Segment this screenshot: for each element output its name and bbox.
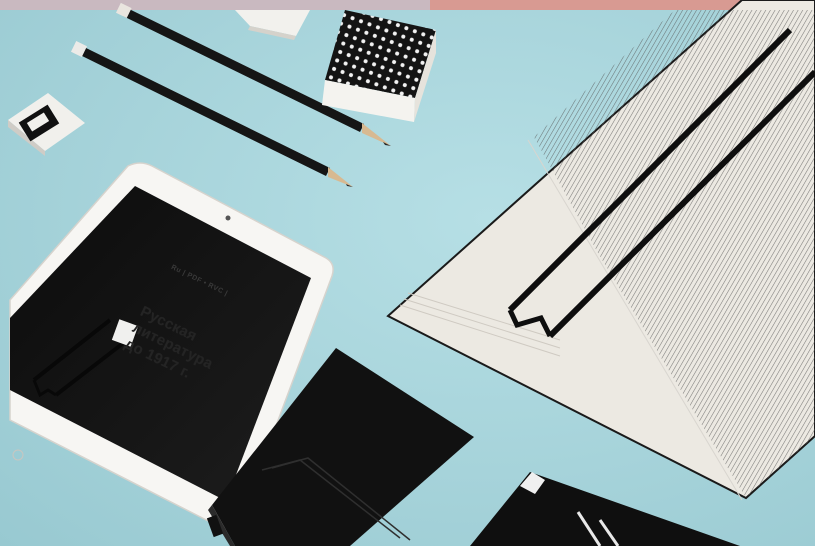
scene-drawing	[0, 0, 815, 546]
tablet-home-button[interactable]	[12, 449, 24, 461]
black-card-bottom	[470, 472, 740, 546]
eraser	[8, 93, 85, 156]
tablet-camera-icon	[225, 215, 231, 221]
business-card-stack-top	[235, 10, 310, 40]
stationery-mockup-scene: Ru | PDF • RVC | Русская литература до 1…	[0, 0, 815, 546]
pencil-2	[70, 40, 353, 187]
business-card-stack-pattern	[322, 10, 436, 122]
